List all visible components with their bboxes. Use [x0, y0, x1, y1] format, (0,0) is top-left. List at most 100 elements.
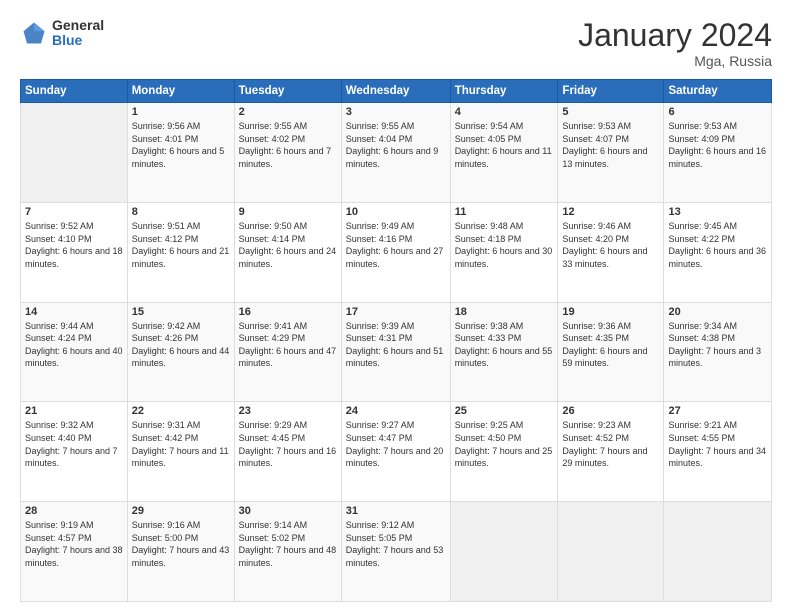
calendar-cell: 15Sunrise: 9:42 AMSunset: 4:26 PMDayligh…: [127, 302, 234, 402]
calendar-cell: [450, 502, 558, 602]
page: General Blue January 2024 Mga, Russia Su…: [0, 0, 792, 612]
cell-date-number: 16: [239, 306, 337, 318]
calendar-week-4: 21Sunrise: 9:32 AMSunset: 4:40 PMDayligh…: [21, 402, 772, 502]
cell-info: Sunrise: 9:34 AMSunset: 4:38 PMDaylight:…: [668, 320, 767, 370]
calendar-cell: 29 Sunrise: 9:16 AMSunset: 5:00 PMDayligh…: [127, 502, 234, 602]
cell-info: Sunrise: 9:36 AMSunset: 4:35 PMDaylight:…: [562, 320, 659, 370]
cell-info: Sunrise: 9:16 AMSunset: 5:00 PMDaylight:…: [132, 519, 230, 569]
cell-date-number: 1: [132, 106, 230, 118]
cell-info: Sunrise: 9:55 AMSunset: 4:02 PMDaylight:…: [239, 120, 337, 170]
calendar-cell: 27Sunrise: 9:21 AMSunset: 4:55 PMDayligh…: [664, 402, 772, 502]
cell-info: Sunrise: 9:44 AMSunset: 4:24 PMDaylight:…: [25, 320, 123, 370]
calendar-cell: 21Sunrise: 9:32 AMSunset: 4:40 PMDayligh…: [21, 402, 128, 502]
calendar-cell: 8 Sunrise: 9:51 AMSunset: 4:12 PMDaylight…: [127, 202, 234, 302]
cell-date-number: 9: [239, 206, 337, 218]
day-header-friday: Friday: [558, 80, 664, 103]
calendar-cell: 10 Sunrise: 9:49 AMSunset: 4:16 PMDayligh…: [341, 202, 450, 302]
calendar-cell: 2 Sunrise: 9:55 AMSunset: 4:02 PMDaylight…: [234, 103, 341, 203]
cell-info: Sunrise: 9:21 AMSunset: 4:55 PMDaylight:…: [668, 419, 767, 469]
cell-info: Sunrise: 9:41 AMSunset: 4:29 PMDaylight:…: [239, 320, 337, 370]
calendar-cell: 17 Sunrise: 9:39 AMSunset: 4:31 PMDayligh…: [341, 302, 450, 402]
cell-info: Sunrise: 9:27 AMSunset: 4:47 PMDaylight:…: [346, 419, 446, 469]
calendar-cell: 19Sunrise: 9:36 AMSunset: 4:35 PMDayligh…: [558, 302, 664, 402]
cell-info: Sunrise: 9:19 AMSunset: 4:57 PMDaylight:…: [25, 519, 123, 569]
month-title: January 2024: [578, 18, 772, 53]
calendar-cell: 28 Sunrise: 9:19 AMSunset: 4:57 PMDayligh…: [21, 502, 128, 602]
cell-info: Sunrise: 9:53 AMSunset: 4:07 PMDaylight:…: [562, 120, 659, 170]
cell-info: Sunrise: 9:49 AMSunset: 4:16 PMDaylight:…: [346, 220, 446, 270]
day-header-wednesday: Wednesday: [341, 80, 450, 103]
calendar-week-2: 7 Sunrise: 9:52 AMSunset: 4:10 PMDaylight…: [21, 202, 772, 302]
cell-date-number: 29: [132, 505, 230, 517]
cell-info: Sunrise: 9:14 AMSunset: 5:02 PMDaylight:…: [239, 519, 337, 569]
calendar-cell: 26 Sunrise: 9:23 AMSunset: 4:52 PMDayligh…: [558, 402, 664, 502]
cell-date-number: 6: [668, 106, 767, 118]
calendar-cell: 3Sunrise: 9:55 AMSunset: 4:04 PMDaylight…: [341, 103, 450, 203]
calendar-cell: 18 Sunrise: 9:38 AMSunset: 4:33 PMDayligh…: [450, 302, 558, 402]
cell-info: Sunrise: 9:52 AMSunset: 4:10 PMDaylight:…: [25, 220, 123, 270]
cell-date-number: 22: [132, 405, 230, 417]
calendar-cell: 1 Sunrise: 9:56 AMSunset: 4:01 PMDaylight…: [127, 103, 234, 203]
calendar-cell: 6 Sunrise: 9:53 AMSunset: 4:09 PMDaylight…: [664, 103, 772, 203]
calendar-week-3: 14 Sunrise: 9:44 AMSunset: 4:24 PMDayligh…: [21, 302, 772, 402]
cell-info: Sunrise: 9:29 AMSunset: 4:45 PMDaylight:…: [239, 419, 337, 469]
cell-info: Sunrise: 9:54 AMSunset: 4:05 PMDaylight:…: [455, 120, 554, 170]
cell-info: Sunrise: 9:53 AMSunset: 4:09 PMDaylight:…: [668, 120, 767, 170]
cell-info: Sunrise: 9:31 AMSunset: 4:42 PMDaylight:…: [132, 419, 230, 469]
day-header-monday: Monday: [127, 80, 234, 103]
calendar-cell: 16 Sunrise: 9:41 AMSunset: 4:29 PMDayligh…: [234, 302, 341, 402]
cell-info: Sunrise: 9:51 AMSunset: 4:12 PMDaylight:…: [132, 220, 230, 270]
cell-date-number: 28: [25, 505, 123, 517]
logo-blue-text: Blue: [52, 33, 104, 48]
cell-date-number: 26: [562, 405, 659, 417]
cell-date-number: 24: [346, 405, 446, 417]
cell-info: Sunrise: 9:56 AMSunset: 4:01 PMDaylight:…: [132, 120, 230, 170]
location: Mga, Russia: [578, 53, 772, 69]
calendar-week-1: 1 Sunrise: 9:56 AMSunset: 4:01 PMDaylight…: [21, 103, 772, 203]
day-header-tuesday: Tuesday: [234, 80, 341, 103]
cell-date-number: 13: [668, 206, 767, 218]
cell-date-number: 5: [562, 106, 659, 118]
cell-date-number: 17: [346, 306, 446, 318]
calendar-cell: 14 Sunrise: 9:44 AMSunset: 4:24 PMDayligh…: [21, 302, 128, 402]
cell-date-number: 18: [455, 306, 554, 318]
calendar-cell: 12Sunrise: 9:46 AMSunset: 4:20 PMDayligh…: [558, 202, 664, 302]
cell-info: Sunrise: 9:32 AMSunset: 4:40 PMDaylight:…: [25, 419, 123, 469]
cell-date-number: 3: [346, 106, 446, 118]
calendar-cell: 25Sunrise: 9:25 AMSunset: 4:50 PMDayligh…: [450, 402, 558, 502]
calendar-week-5: 28 Sunrise: 9:19 AMSunset: 4:57 PMDayligh…: [21, 502, 772, 602]
logo-general-text: General: [52, 18, 104, 33]
header: General Blue January 2024 Mga, Russia: [20, 18, 772, 69]
cell-date-number: 2: [239, 106, 337, 118]
calendar-cell: 9 Sunrise: 9:50 AMSunset: 4:14 PMDaylight…: [234, 202, 341, 302]
calendar-cell: 7 Sunrise: 9:52 AMSunset: 4:10 PMDaylight…: [21, 202, 128, 302]
logo: General Blue: [20, 18, 104, 49]
cell-info: Sunrise: 9:39 AMSunset: 4:31 PMDaylight:…: [346, 320, 446, 370]
cell-date-number: 4: [455, 106, 554, 118]
cell-info: Sunrise: 9:12 AMSunset: 5:05 PMDaylight:…: [346, 519, 446, 569]
calendar-cell: 31Sunrise: 9:12 AMSunset: 5:05 PMDayligh…: [341, 502, 450, 602]
calendar-cell: 24 Sunrise: 9:27 AMSunset: 4:47 PMDayligh…: [341, 402, 450, 502]
cell-date-number: 10: [346, 206, 446, 218]
title-block: January 2024 Mga, Russia: [578, 18, 772, 69]
calendar-cell: 20 Sunrise: 9:34 AMSunset: 4:38 PMDayligh…: [664, 302, 772, 402]
calendar-table: SundayMondayTuesdayWednesdayThursdayFrid…: [20, 79, 772, 602]
cell-date-number: 14: [25, 306, 123, 318]
calendar-cell: 23Sunrise: 9:29 AMSunset: 4:45 PMDayligh…: [234, 402, 341, 502]
cell-date-number: 7: [25, 206, 123, 218]
cell-info: Sunrise: 9:42 AMSunset: 4:26 PMDaylight:…: [132, 320, 230, 370]
cell-info: Sunrise: 9:50 AMSunset: 4:14 PMDaylight:…: [239, 220, 337, 270]
calendar-cell: [558, 502, 664, 602]
logo-icon: [20, 19, 48, 47]
calendar-cell: 4 Sunrise: 9:54 AMSunset: 4:05 PMDaylight…: [450, 103, 558, 203]
calendar-cell: 30 Sunrise: 9:14 AMSunset: 5:02 PMDayligh…: [234, 502, 341, 602]
cell-date-number: 30: [239, 505, 337, 517]
day-header-saturday: Saturday: [664, 80, 772, 103]
cell-info: Sunrise: 9:38 AMSunset: 4:33 PMDaylight:…: [455, 320, 554, 370]
cell-info: Sunrise: 9:46 AMSunset: 4:20 PMDaylight:…: [562, 220, 659, 270]
cell-date-number: 20: [668, 306, 767, 318]
calendar-cell: [664, 502, 772, 602]
calendar-cell: [21, 103, 128, 203]
cell-date-number: 8: [132, 206, 230, 218]
cell-info: Sunrise: 9:23 AMSunset: 4:52 PMDaylight:…: [562, 419, 659, 469]
